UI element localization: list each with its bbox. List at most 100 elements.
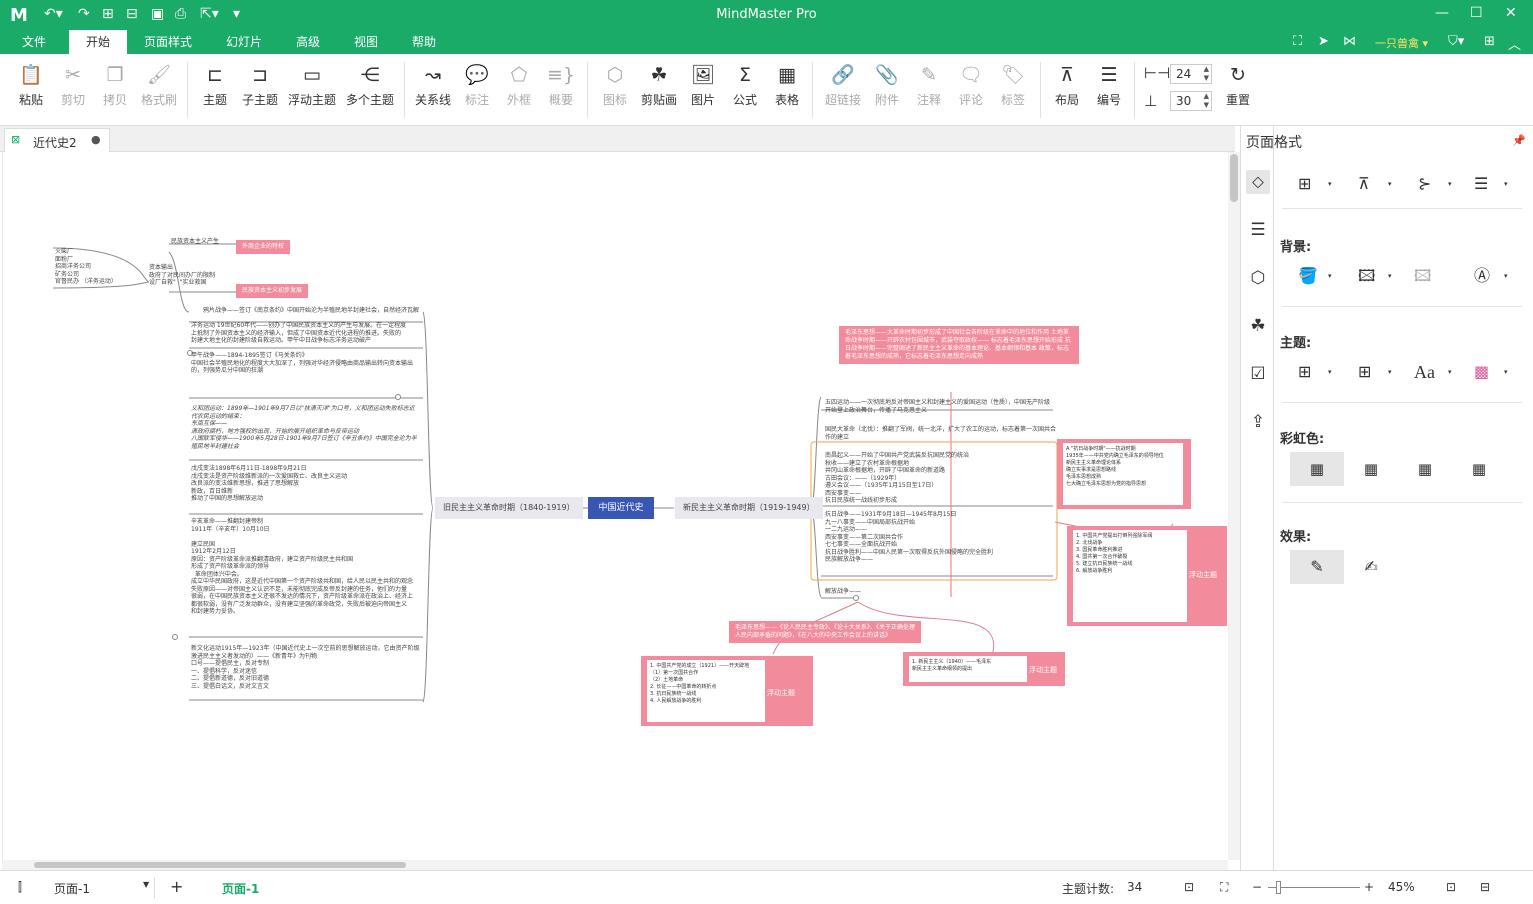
topic-new-culture[interactable]: 新文化运动1915年—1923年（中国近代史上一次空前的思想解放运动，它由资产阶…	[191, 645, 420, 690]
shirt-icon[interactable]: ⛉▾	[1448, 34, 1464, 49]
floating-topic-3[interactable]: 1. 中国共产党的成立（1921）——开天辟地 （1）第一次国共合作 （2）土地…	[641, 656, 813, 726]
toggle-panel-icon[interactable]: ⊟	[1480, 880, 1490, 894]
spin-arrows-icon[interactable]: ▲ ▼	[1204, 65, 1209, 83]
topic-industries[interactable]: 火柴厂 面粉厂 招商洋务公司 矿务公司 官督民办 （洋务运动）	[55, 248, 117, 286]
maximize-icon[interactable]: ☐	[1470, 5, 1483, 21]
numbering-button[interactable]: ☰ 编号	[1092, 62, 1126, 108]
comment-button[interactable]: 🗨 评论	[954, 62, 988, 108]
reset-button[interactable]: ↻ 重置	[1222, 62, 1254, 108]
topic-national-capital-origin[interactable]: 民族资本主义产生	[171, 238, 219, 246]
topic-westernization[interactable]: 洋务运动 19世纪60年代——创办了中国民族资本主义的产生与发展。在一定程度 上…	[191, 322, 406, 345]
vertical-scrollbar[interactable]	[1228, 152, 1240, 860]
icon-button[interactable]: ⬡ 图标	[598, 62, 632, 108]
central-topic[interactable]: 中国近代史	[588, 497, 654, 519]
topic-boxer-rebellion[interactable]: 义和团运动：1899年—1901年9月7日以"扶清灭洋"为口号，义和团运动失败标…	[191, 405, 417, 450]
document-tab[interactable]: ⊠ 近代史2 ●	[4, 128, 110, 152]
floating-topic-4[interactable]: 1. 新民主主义（1940）——毛泽东 新民主主义革命纲领的提出 浮动主题	[903, 652, 1065, 686]
fullscreen-icon[interactable]: ⛶	[1293, 34, 1302, 49]
rainbow-option-1[interactable]: ▦	[1290, 452, 1344, 486]
floating-topic-2[interactable]: 1. 中国共产党提出打倒列强除军阀 2. 北伐战争 3. 国民革命胜利推进 4.…	[1067, 526, 1227, 626]
unsaved-dot-icon[interactable]: ●	[91, 133, 101, 146]
bg-image-button[interactable]: 🖾 ▾	[1358, 264, 1398, 288]
floating-topic-1[interactable]: A "抗日战争时期"——抗战时期 1935年——中共党内确立毛泽东的领导地位 新…	[1057, 439, 1191, 509]
page-panel-icon[interactable]: ⫿	[18, 880, 22, 895]
tab-home[interactable]: 开始	[69, 30, 127, 54]
topic-capital-export[interactable]: 资本输出 政府了对民间办厂的限制 设厂自救" "实业救国	[149, 264, 215, 287]
page-select[interactable]: 页面-1 ▼	[50, 877, 155, 899]
picture-button[interactable]: 🖼 图片	[686, 62, 720, 108]
fit-width-icon[interactable]: ⊡	[1446, 880, 1456, 894]
tag-button[interactable]: 🏷 标签	[996, 62, 1030, 108]
topic-sino-japanese-war[interactable]: 甲午战争——1894-1895签订《马关条约》 中国社会半殖民地化的程度大大加深…	[191, 352, 413, 375]
topic-northern-expedition[interactable]: 国民大革命（北伐）：推翻了军阀，统一北洋，扩大了农工的运动，标志着第一次国共合 …	[825, 426, 1056, 441]
page-tab-active[interactable]: 页面-1	[222, 880, 259, 897]
topic-opium-war[interactable]: 鸦片战争——签订《南京条约》中国开始沦为半殖民地半封建社会，自然经济瓦解	[203, 307, 419, 315]
paste-button[interactable]: 📋 粘贴	[14, 62, 48, 108]
share-icon[interactable]: ⋈	[1343, 34, 1356, 49]
subtopic-button[interactable]: ⊐ 子主题	[240, 62, 280, 108]
fit-page-icon[interactable]: ⊡	[1184, 880, 1194, 894]
main-topic-old-democratic[interactable]: 旧民主主义革命时期（1840-1919）	[435, 497, 583, 519]
horizontal-spacing-input[interactable]: 24 ▲ ▼	[1170, 64, 1212, 84]
close-icon[interactable]: ✕	[1505, 5, 1517, 21]
user-name[interactable]: 一只兽禽 ▾	[1375, 35, 1428, 51]
floating-topic-button[interactable]: ▭ 浮动主题	[286, 62, 338, 108]
topic-button[interactable]: ⊏ 主题	[198, 62, 232, 108]
topic-may-fourth[interactable]: 五四运动——一次彻底地反对帝国主义和封建主义的爱国运动（性质），中国无产阶级 开…	[825, 399, 1050, 414]
boundary-button[interactable]: ⬠ 外框	[502, 62, 536, 108]
send-icon[interactable]: ➤	[1318, 34, 1329, 49]
table-button[interactable]: ▦ 表格	[770, 62, 804, 108]
cut-button[interactable]: ✂ 剪切	[56, 62, 90, 108]
add-page-icon[interactable]: +	[170, 877, 183, 896]
topic-liberation-war[interactable]: 解放战争——	[825, 588, 861, 596]
callout-button[interactable]: 💬 标注	[460, 62, 494, 108]
tab-view[interactable]: 视图	[344, 30, 388, 54]
task-icon[interactable]: ☑	[1246, 362, 1270, 386]
topic-xinhai-revolution[interactable]: 辛亥革命——推翻封建帝制 1911年（辛亥年）10月10日 建立民国 1912年…	[191, 518, 413, 616]
theme-font-button[interactable]: Aa ▾	[1414, 360, 1454, 384]
zoom-in-icon[interactable]: +	[1364, 880, 1374, 894]
vertical-spacing-input[interactable]: 30 ▲ ▼	[1170, 91, 1212, 111]
topic-nanchang-uprising[interactable]: 南昌起义——开始了中国共产党武装反抗国民党的统治 秋收——建立了农村革命根据地 …	[825, 452, 969, 505]
upload-icon[interactable]: ⇪	[1246, 410, 1270, 434]
layout-button[interactable]: ⊼ 布局	[1050, 62, 1084, 108]
summary-button[interactable]: ≡} 概要	[544, 62, 578, 108]
connector-style-button[interactable]: ⊱ ▾	[1418, 172, 1458, 196]
effect-handdrawn-button[interactable]: ✍	[1344, 550, 1398, 584]
formula-button[interactable]: Σ 公式	[728, 62, 762, 108]
pink-topic-foreign-privilege[interactable]: 外商企业的特权	[236, 240, 291, 254]
tab-file[interactable]: 文件	[10, 30, 58, 54]
zoom-slider-handle[interactable]	[1276, 881, 1281, 894]
theme-color-scheme-button[interactable]: ▩ ▾	[1474, 360, 1514, 384]
tab-help[interactable]: 帮助	[402, 30, 446, 54]
zoom-out-icon[interactable]: −	[1252, 880, 1262, 894]
spin-arrows-icon[interactable]: ▲ ▼	[1204, 92, 1209, 110]
outline-list-icon[interactable]: ☰	[1246, 218, 1270, 242]
multiple-topics-button[interactable]: ⋲ 多个主题	[344, 62, 396, 108]
rainbow-option-2[interactable]: ▦	[1344, 452, 1398, 486]
zoom-level[interactable]: 45%	[1388, 880, 1415, 894]
page-format-icon[interactable]: ⬦	[1246, 170, 1270, 194]
tab-advanced[interactable]: 高级	[286, 30, 330, 54]
mindmap-canvas[interactable]: 外商企业的特权 民族资本主义初步发展 民族资本主义产生 火柴厂 面粉厂 招商洋务…	[2, 152, 1228, 860]
attachment-button[interactable]: 📎 附件	[870, 62, 904, 108]
apps-icon[interactable]: ⊞	[1484, 34, 1495, 49]
structure-tree-button[interactable]: ⊼ ▾	[1358, 172, 1398, 196]
rainbow-option-3[interactable]: ▦	[1398, 452, 1452, 486]
bg-image-remove-button[interactable]: 🖾	[1414, 264, 1454, 288]
tab-slides[interactable]: 幻灯片	[214, 30, 274, 54]
watermark-button[interactable]: Ⓐ ▾	[1474, 264, 1514, 288]
relationship-button[interactable]: ↝ 关系线	[414, 62, 452, 108]
main-topic-new-democratic[interactable]: 新民主主义革命时期（1919-1949）	[675, 497, 823, 519]
pink-topic-mao-works[interactable]: 毛泽东思想——《论人民民主专政》、《论十大关系》、《关于正确处理 人民内部矛盾的…	[729, 621, 922, 643]
structure-grid-button[interactable]: ⊞ ▾	[1298, 172, 1338, 196]
hyperlink-button[interactable]: 🔗 超链接	[822, 62, 864, 108]
rainbow-option-4[interactable]: ▦	[1452, 452, 1506, 486]
icon-library-icon[interactable]: ⬡	[1246, 266, 1270, 290]
pink-topic-mao-thought[interactable]: 毛泽东思想——大革命时期初步形成了中国社会各阶级在革命中的地位和作用 土地革命战…	[839, 326, 1079, 364]
note-button[interactable]: ✎ 注释	[912, 62, 946, 108]
tab-page-style[interactable]: 页面样式	[136, 30, 200, 54]
collapse-ribbon-icon[interactable]: ︿	[1508, 34, 1521, 53]
horizontal-scroll-thumb[interactable]	[34, 862, 406, 868]
clipart-library-icon[interactable]: ☘	[1246, 314, 1270, 338]
